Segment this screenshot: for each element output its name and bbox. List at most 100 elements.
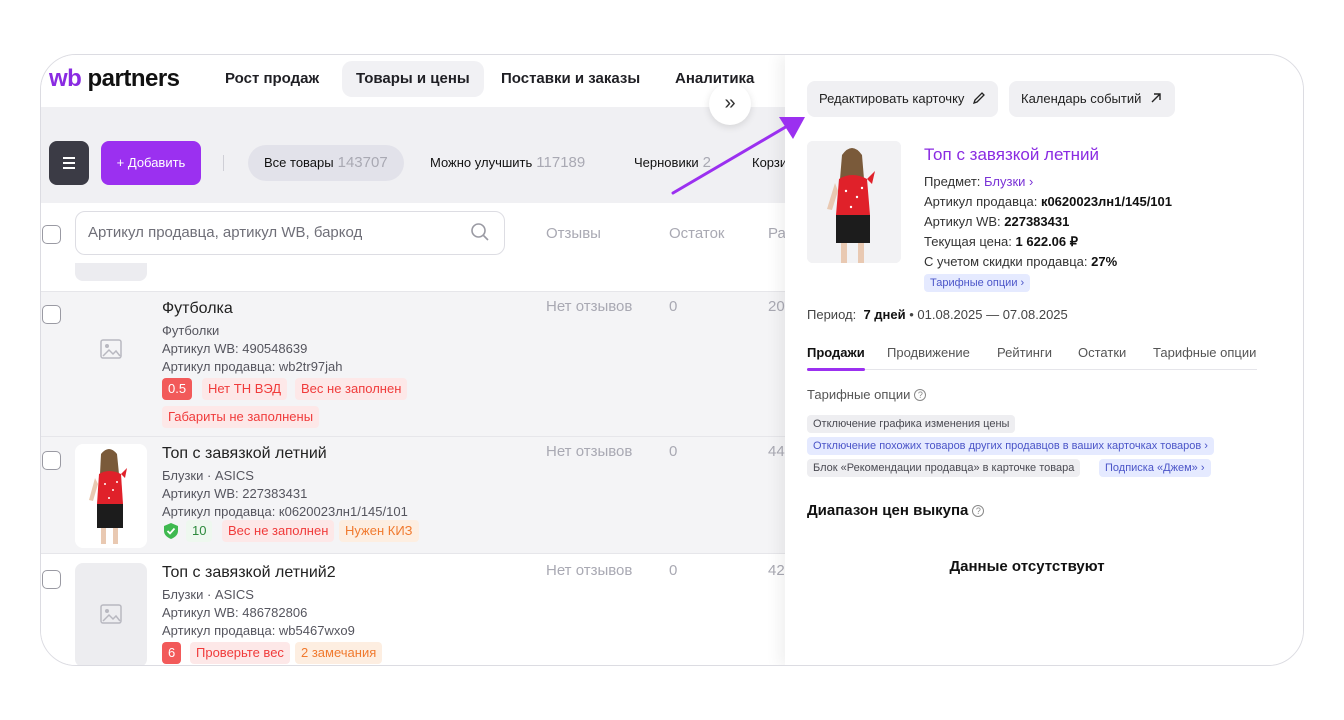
product-image[interactable] [807,141,901,263]
table-row[interactable]: Топ с завязкой летний Блузки · ASICS Арт… [41,436,785,553]
toolbar-divider [223,155,224,171]
image-placeholder-icon [100,604,122,624]
reviews-value: Нет отзывов [546,562,633,579]
add-button[interactable]: + Добавить [101,141,201,185]
quality-score-badge[interactable]: 0.5 [162,378,193,400]
issue-tag[interactable]: Нет ТН ВЭД [202,378,288,400]
quality-score-badge[interactable]: 6 [162,642,182,664]
collapse-panel-button[interactable]: » [709,83,751,125]
subject-link[interactable]: Блузки [984,174,1025,189]
product-seller-article: Артикул продавца: wb5467wxo9 [162,623,355,638]
nav-sales-growth[interactable]: Рост продаж [211,61,333,97]
tab-stock[interactable]: Остатки [1078,345,1126,360]
tariff-options-chip[interactable]: Тарифные опции › [924,274,1031,292]
product-side-panel: Редактировать карточку Календарь событий… [785,55,1303,665]
issue-tag[interactable]: Нужен КИЗ [339,520,419,542]
discount-line: С учетом скидки продавца: 27% [924,254,1118,269]
events-calendar-button[interactable]: Календарь событий [1009,81,1175,117]
tariff-option-chip[interactable]: Отключение графика изменения цены [807,415,1016,433]
wb-article-line: Артикул WB: 227383431 [924,214,1070,229]
current-price-line: Текущая цена: 1 622.06 ₽ [924,234,1079,249]
header-stub [75,263,147,281]
shield-check-icon [164,523,178,539]
filter-can-improve[interactable]: Можно улучшить 117189 [430,145,585,181]
product-seller-article: Артикул продавца: wb2tr97jah [162,359,343,374]
search-input[interactable] [88,224,468,241]
issue-tag[interactable]: 2 замечания [295,642,383,664]
reviews-value: Нет отзывов [546,298,633,315]
filter-drafts[interactable]: Черновики 2 [634,145,711,181]
product-photo [807,141,901,263]
window-frame: wb partners Рост продаж Товары и цены По… [40,54,1304,666]
stock-value: 0 [669,443,678,460]
list-header: Отзывы Остаток Ра [41,203,785,291]
quality-score-badge[interactable]: 10 [186,520,213,542]
product-category: Блузки · ASICS [162,468,254,483]
price-range-title: Диапазон цен выкупа? [807,502,985,519]
empty-state: Данные отсутствуют [949,558,1105,575]
product-title[interactable]: Футболка [162,300,233,318]
hamburger-icon [63,157,75,159]
filter-cart[interactable]: Корзи [752,145,785,181]
extra-value: 42 [768,562,785,579]
pencil-icon [973,92,985,105]
tariff-option-chip[interactable]: Отключение похожих товаров других продав… [807,437,1214,455]
extra-value: 44 [768,443,785,460]
issue-tag[interactable]: Вес не заполнен [295,378,408,400]
products-page: wb partners Рост продаж Товары и цены По… [41,55,785,665]
product-photo [89,449,127,544]
product-wb-article: Артикул WB: 490548639 [162,341,308,356]
issue-tag[interactable]: Габариты не заполнены [162,406,320,428]
column-extra[interactable]: Ра [768,225,785,242]
chevron-right-icon: › [1029,174,1034,189]
product-title[interactable]: Топ с завязкой летний2 [162,564,336,582]
tab-ratings[interactable]: Рейтинги [997,345,1052,360]
edit-card-button[interactable]: Редактировать карточку [807,81,999,117]
row-checkbox[interactable] [42,305,61,324]
row-checkbox[interactable] [42,570,61,589]
nav-supplies-orders[interactable]: Поставки и заказы [487,61,654,97]
external-arrow-icon [1151,93,1161,103]
product-category: Блузки · ASICS [162,587,254,602]
product-seller-article: Артикул продавца: к0620023лн1/145/101 [162,504,408,519]
select-all-checkbox[interactable] [42,225,61,244]
product-thumbnail[interactable] [75,298,147,402]
menu-button[interactable] [49,141,89,185]
active-tab-indicator [807,368,865,371]
period-line[interactable]: Период: 7 дней • 01.08.2025 — 07.08.2025 [807,307,1068,322]
panel-product-title[interactable]: Топ с завязкой летний [924,145,1099,165]
product-wb-article: Артикул WB: 227383431 [162,486,308,501]
seller-article-line: Артикул продавца: к0620023лн1/145/101 [924,194,1172,209]
row-checkbox[interactable] [42,451,61,470]
issue-tag[interactable]: Проверьте вес [190,642,290,664]
search-field[interactable] [75,211,505,255]
reviews-value: Нет отзывов [546,443,633,460]
issue-tag[interactable]: Вес не заполнен [222,520,335,542]
subject-line: Предмет: Блузки › [924,174,1034,189]
product-wb-article: Артикул WB: 486782806 [162,605,308,620]
tabs-divider [807,369,1257,370]
table-row[interactable]: Футболка Футболки Артикул WB: 490548639 … [41,291,785,436]
top-navigation: wb partners Рост продаж Товары и цены По… [41,55,785,107]
tariff-option-chip[interactable]: Подписка «Джем» › [1099,459,1211,477]
column-stock[interactable]: Остаток [669,225,725,242]
tab-promotion[interactable]: Продвижение [887,345,970,360]
products-toolbar: + Добавить Все товары 143707 Можно улучши… [41,107,785,203]
nav-products-prices[interactable]: Товары и цены [342,61,484,97]
filter-all-products[interactable]: Все товары 143707 [248,145,404,181]
product-thumbnail[interactable] [75,444,147,548]
stock-value: 0 [669,298,678,315]
tariff-option-chip[interactable]: Блок «Рекомендации продавца» в карточке … [807,459,1081,477]
tab-sales[interactable]: Продажи [807,345,865,360]
product-title[interactable]: Топ с завязкой летний [162,445,327,463]
extra-value: 20 [768,298,785,315]
help-icon[interactable]: ? [914,389,927,401]
product-thumbnail[interactable] [75,563,147,665]
help-icon[interactable]: ? [972,505,985,517]
table-row[interactable]: Топ с завязкой летний2 Блузки · ASICS Ар… [41,553,785,665]
search-icon[interactable] [470,222,490,242]
stock-value: 0 [669,562,678,579]
column-reviews[interactable]: Отзывы [546,225,601,242]
tab-tariff-options[interactable]: Тарифные опции [1153,345,1256,360]
wb-partners-logo[interactable]: wb partners [49,65,180,93]
